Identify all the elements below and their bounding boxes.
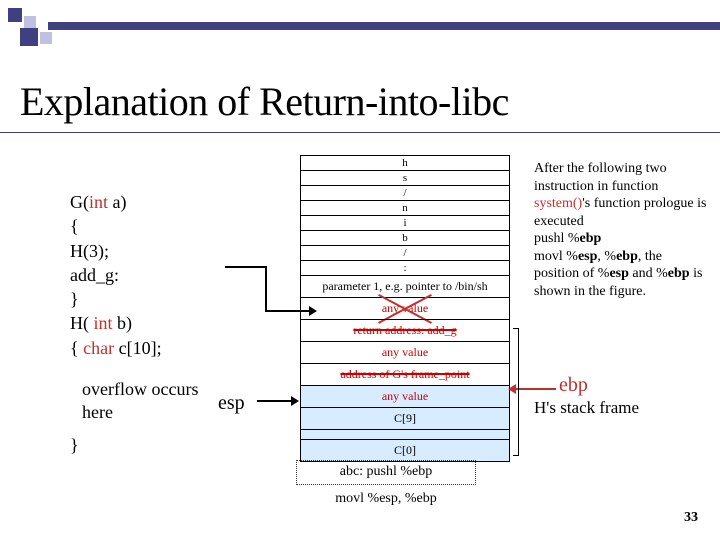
code-close: }	[70, 435, 79, 456]
stack-cell-any: any value	[300, 297, 510, 319]
frame-bracket	[513, 328, 519, 456]
stack-cell-any: any value	[300, 341, 510, 363]
stack-cell-frame: address of G's frame_point	[300, 363, 510, 385]
overflow-note: overflow occurs here	[82, 378, 198, 423]
esp-arrow	[257, 400, 297, 402]
right-explanation: After the following two instruction in f…	[534, 160, 709, 300]
title-rule	[0, 132, 720, 133]
stack-cell: i	[300, 215, 510, 230]
stack-cell: n	[300, 200, 510, 215]
asm-line: abc: pushl %ebp	[296, 460, 476, 485]
stack-cell: b	[300, 230, 510, 245]
stack-cell-c9: C[9]	[300, 407, 510, 429]
slide-title: Explanation of Return-into-libc	[20, 78, 509, 125]
stack-cell-any: any value	[300, 385, 510, 407]
arrow-add-g	[225, 266, 290, 326]
stack-diagram: h s / n i b / : parameter 1, e.g. pointe…	[300, 155, 510, 462]
slide: Explanation of Return-into-libc G(int a)…	[0, 0, 720, 540]
stack-cell: /	[300, 245, 510, 260]
code-block: G(int a) { H(3); add_g: } H( int b) { ch…	[70, 190, 162, 360]
stack-cell-ret: return address: add_g	[300, 319, 510, 341]
stack-cell: h	[300, 155, 510, 170]
stack-gap	[300, 429, 510, 439]
page-number: 33	[684, 510, 698, 526]
bottom-asm: abc: pushl %ebp movl %esp, %ebp	[296, 460, 476, 508]
esp-label: esp	[218, 392, 245, 415]
ebp-label: ebp	[559, 374, 588, 397]
stack-cell: /	[300, 185, 510, 200]
stack-cell-c0: C[0]	[300, 439, 510, 462]
asm-line: movl %esp, %ebp	[296, 491, 476, 508]
deco-top	[0, 6, 720, 46]
h-frame-label: H's stack frame	[534, 398, 639, 418]
stack-cell-param1: parameter 1, e.g. pointer to /bin/sh	[300, 275, 510, 297]
stack-cell: s	[300, 170, 510, 185]
stack-dots: :	[300, 260, 510, 275]
